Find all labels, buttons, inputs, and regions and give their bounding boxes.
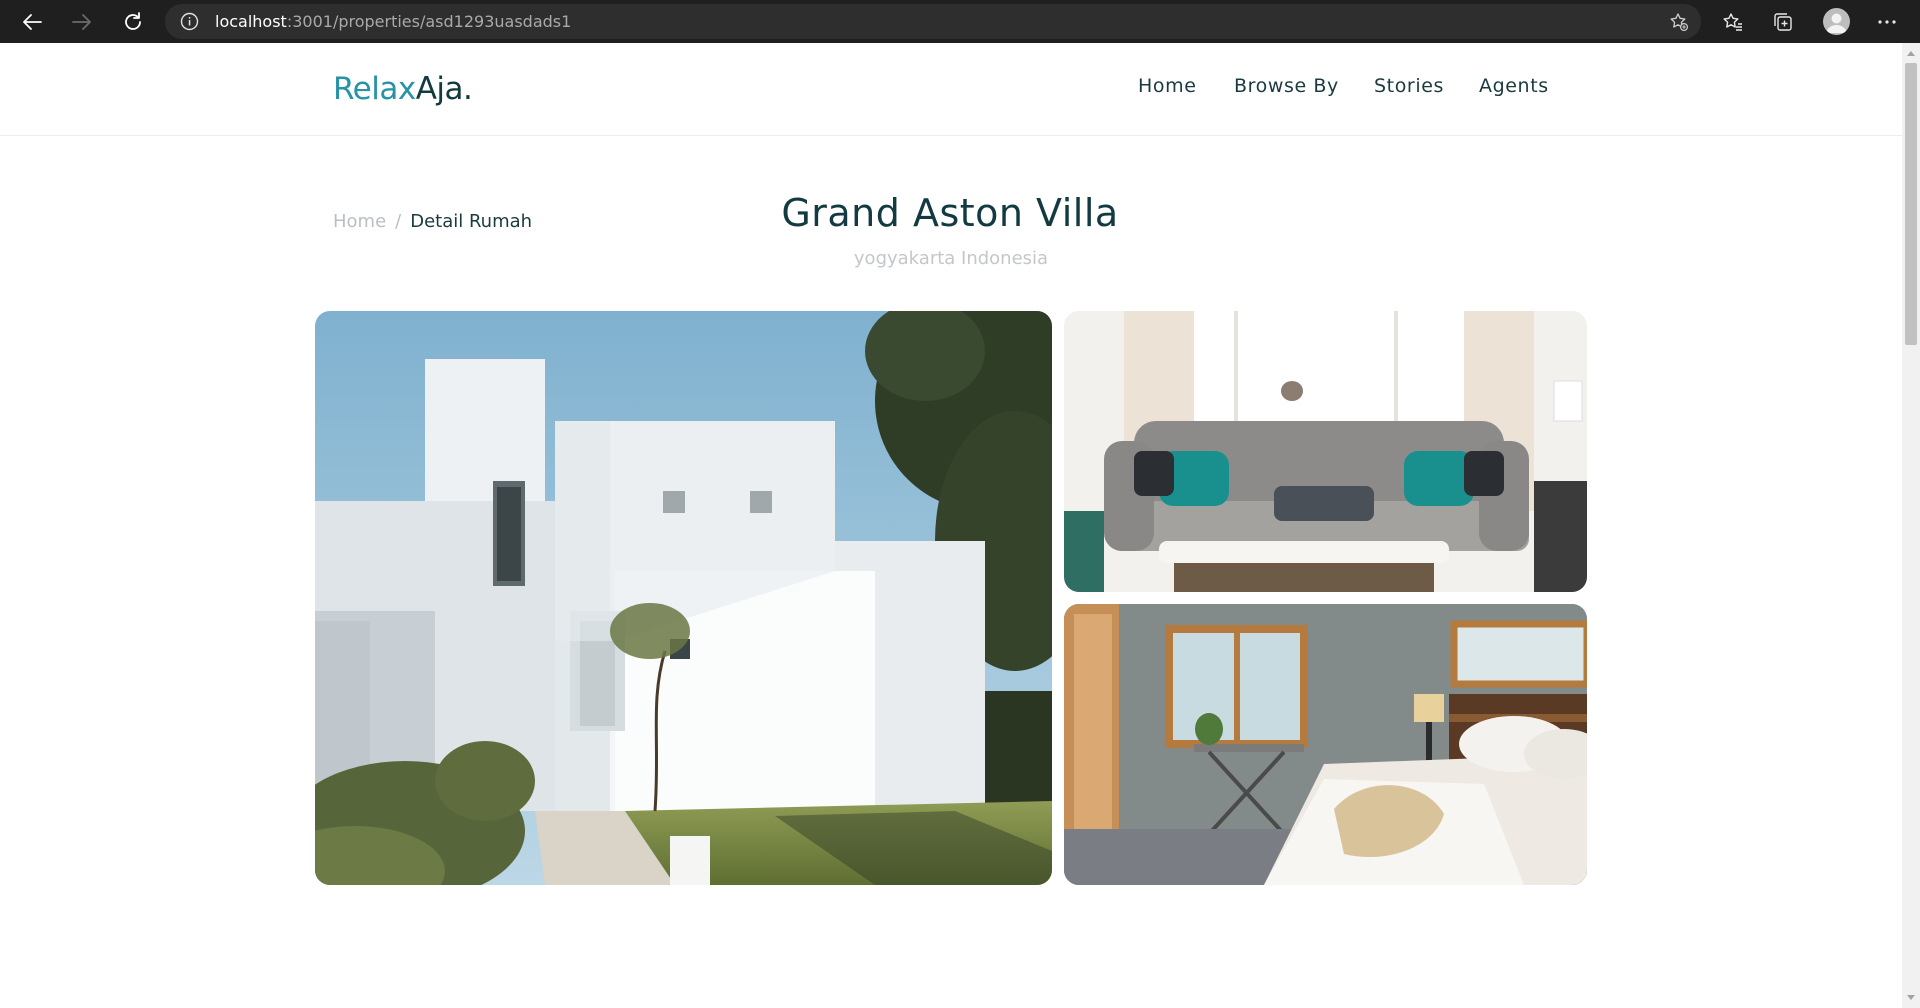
url-path: :3001/properties/asd1293uasdads1: [286, 12, 572, 31]
nav-agents[interactable]: Agents: [1479, 75, 1549, 97]
info-icon[interactable]: [180, 12, 199, 31]
profile-avatar-icon[interactable]: [1823, 8, 1850, 35]
bedroom-illustration: [1064, 604, 1587, 885]
browser-toolbar: localhost:3001/properties/asd1293uasdads…: [0, 0, 1920, 43]
gallery-image-bedroom[interactable]: [1064, 604, 1587, 885]
living-room-illustration: [1064, 311, 1587, 592]
collections-icon[interactable]: [1770, 9, 1796, 35]
logo-relax: Relax: [333, 71, 416, 107]
reload-icon[interactable]: [119, 8, 147, 36]
url-text[interactable]: localhost:3001/properties/asd1293uasdads…: [215, 4, 571, 39]
scroll-up-arrow-icon[interactable]: [1907, 51, 1915, 56]
logo-aja: Aja.: [415, 71, 473, 107]
gallery-image-living-room[interactable]: [1064, 311, 1587, 592]
more-menu-icon[interactable]: [1874, 9, 1900, 35]
page-scrollbar[interactable]: [1902, 43, 1920, 1008]
url-host: localhost: [215, 12, 287, 31]
property-title: Grand Aston Villa: [0, 191, 1902, 235]
favorites-icon[interactable]: [1720, 9, 1746, 35]
page-content: RelaxAja. Home Browse By Stories Agents …: [0, 43, 1902, 1008]
scroll-down-arrow-icon[interactable]: [1907, 995, 1915, 1000]
forward-arrow-icon[interactable]: [68, 8, 96, 36]
nav-stories[interactable]: Stories: [1374, 75, 1444, 97]
nav-browse-by[interactable]: Browse By: [1234, 75, 1339, 97]
property-location: yogyakarta Indonesia: [853, 248, 1049, 269]
nav-home[interactable]: Home: [1138, 75, 1197, 97]
site-header: RelaxAja. Home Browse By Stories Agents: [0, 43, 1902, 136]
gallery-main-image[interactable]: [315, 311, 1052, 885]
property-title-text: Grand Aston Villa: [781, 191, 1119, 235]
add-favorite-icon[interactable]: [1669, 12, 1689, 32]
address-bar[interactable]: localhost:3001/properties/asd1293uasdads…: [165, 4, 1701, 39]
back-arrow-icon[interactable]: [18, 8, 46, 36]
villa-exterior-illustration: [315, 311, 1052, 885]
site-logo[interactable]: RelaxAja.: [333, 71, 473, 107]
scroll-thumb[interactable]: [1905, 63, 1917, 345]
